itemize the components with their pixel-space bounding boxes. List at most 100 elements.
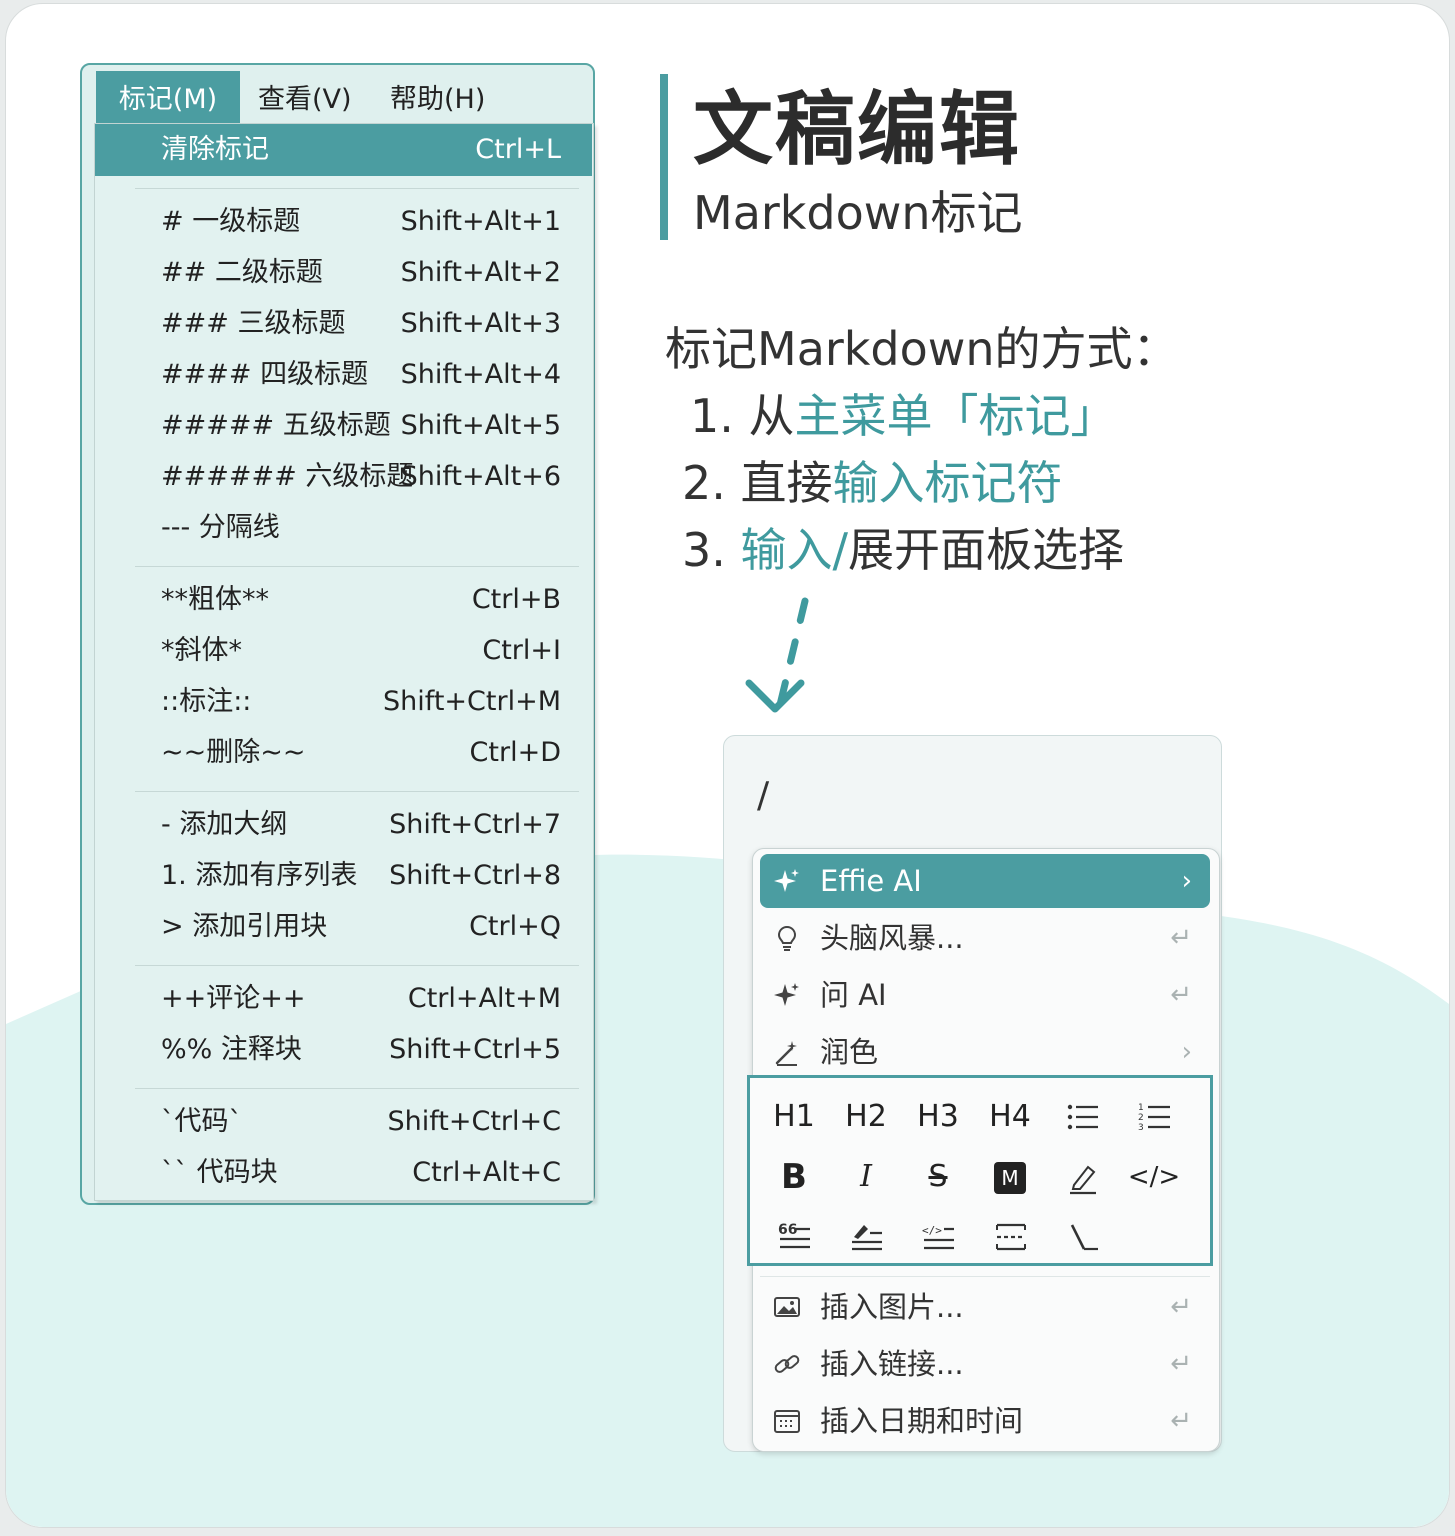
popup-item-label: 问 AI <box>820 978 887 1012</box>
menu-item-bold[interactable]: **粗体** Ctrl+B <box>161 578 561 622</box>
menu-item-shortcut: Ctrl+D <box>469 737 561 768</box>
popup-item-polish[interactable]: 润色 › <box>760 1025 1210 1079</box>
markup-menu-window: 标记(M) 查看(V) 帮助(H) 清除标记 Ctrl+L # 一级标题 Shift… <box>80 63 595 1205</box>
slash-input-char: / <box>757 775 770 816</box>
menubar: 标记(M) 查看(V) 帮助(H) <box>82 65 593 123</box>
chevron-right-icon: › <box>1181 866 1192 896</box>
enter-icon: ↵ <box>1170 1349 1192 1379</box>
intro-text: 标记Markdown的方式： <box>665 322 1179 376</box>
menu-item-mark[interactable]: ::标注:: Shift+Ctrl+M <box>161 680 561 724</box>
popup-item-insert-link[interactable]: 插入链接... ↵ <box>760 1337 1210 1391</box>
menu-item-shortcut: Shift+Alt+6 <box>400 461 561 492</box>
menu-item-outline[interactable]: - 添加大纲 Shift+Ctrl+7 <box>161 803 561 847</box>
menu-separator <box>135 965 579 966</box>
menu-item-divider[interactable]: --- 分隔线 <box>161 506 561 550</box>
menu-item-italic[interactable]: *斜体* Ctrl+I <box>161 629 561 673</box>
bold-icon[interactable]: B <box>764 1152 824 1202</box>
heading-3-icon[interactable]: H3 <box>908 1092 968 1142</box>
divider-icon[interactable] <box>980 1212 1040 1262</box>
menu-item-shortcut: Ctrl+Alt+C <box>412 1157 561 1188</box>
step-1: 1. 从主菜单「标记」 <box>690 385 1117 447</box>
menu-separator <box>135 188 579 189</box>
highlighter-icon[interactable] <box>1052 1152 1112 1202</box>
popup-item-label: Effie AI <box>820 864 922 898</box>
menu-item-label: `` 代码块 <box>161 1157 278 1188</box>
step-text: 直接 <box>740 456 833 510</box>
step-highlight: 输入标记符 <box>832 456 1063 510</box>
menu-item-heading-3[interactable]: ### 三级标题 Shift+Alt+3 <box>161 302 561 346</box>
menu-item-shortcut: Shift+Alt+2 <box>400 257 561 288</box>
menu-item-label: ++评论++ <box>161 983 306 1014</box>
mark-icon-label: M <box>994 1161 1026 1194</box>
image-icon <box>774 1297 800 1317</box>
step-number: 2. <box>682 456 726 510</box>
menu-item-label: *斜体* <box>161 635 242 666</box>
menu-item-shortcut: Shift+Alt+4 <box>400 359 561 390</box>
menu-item-shortcut: Shift+Ctrl+8 <box>389 860 561 891</box>
popup-item-insert-image[interactable]: 插入图片... ↵ <box>760 1280 1210 1334</box>
enter-icon: ↵ <box>1170 1292 1192 1322</box>
menu-item-shortcut: Shift+Alt+3 <box>400 308 561 339</box>
link-icon <box>774 1355 800 1373</box>
popup-item-brainstorm[interactable]: 头脑风暴... ↵ <box>760 911 1210 965</box>
menu-item-strikethrough[interactable]: ~~删除~~ Ctrl+D <box>161 731 561 775</box>
menu-item-shortcut: Shift+Ctrl+M <box>383 686 561 717</box>
heading-1-icon[interactable]: H1 <box>764 1092 824 1142</box>
menu-item-ordered-list[interactable]: 1. 添加有序列表 Shift+Ctrl+8 <box>161 854 561 898</box>
menu-item-label: ::标注:: <box>161 686 252 717</box>
code-block-icon[interactable]: </> <box>908 1212 968 1262</box>
menu-item-shortcut: Ctrl+Q <box>469 911 561 942</box>
numbered-list-icon[interactable]: 123 <box>1124 1092 1184 1142</box>
mark-icon[interactable]: M <box>980 1152 1040 1202</box>
menu-item-annotation-block[interactable]: %% 注释块 Shift+Ctrl+5 <box>161 1028 561 1072</box>
menu-item-code-block[interactable]: `` 代码块 Ctrl+Alt+C <box>161 1151 561 1195</box>
svg-text:2: 2 <box>1138 1113 1144 1123</box>
menubar-item-view[interactable]: 查看(V) <box>258 71 352 123</box>
svg-text:3: 3 <box>1138 1123 1144 1133</box>
dashed-arrow-down-icon <box>745 597 809 713</box>
menubar-item-help[interactable]: 帮助(H) <box>390 71 485 123</box>
menu-item-heading-4[interactable]: #### 四级标题 Shift+Alt+4 <box>161 353 561 397</box>
title-accent-bar <box>660 74 668 240</box>
step-text: 从 <box>748 389 795 443</box>
heading-4-icon[interactable]: H4 <box>980 1092 1040 1142</box>
comment-block-icon[interactable] <box>836 1212 896 1262</box>
menu-item-label: ##### 五级标题 <box>161 410 391 441</box>
popup-item-label: 头脑风暴... <box>820 921 964 955</box>
strikethrough-icon[interactable]: S <box>908 1152 968 1202</box>
menu-item-heading-1[interactable]: # 一级标题 Shift+Alt+1 <box>161 200 561 244</box>
menu-item-label: ###### 六级标题 <box>161 461 414 492</box>
menu-item-shortcut: Shift+Ctrl+7 <box>389 809 561 840</box>
menu-item-heading-6[interactable]: ###### 六级标题 Shift+Alt+6 <box>161 455 561 499</box>
menu-item-heading-5[interactable]: ##### 五级标题 Shift+Alt+5 <box>161 404 561 448</box>
menu-item-shortcut: Ctrl+B <box>471 584 561 615</box>
menu-item-comment[interactable]: ++评论++ Ctrl+Alt+M <box>161 977 561 1021</box>
menu-item-label: **粗体** <box>161 584 269 615</box>
menu-item-heading-2[interactable]: ## 二级标题 Shift+Alt+2 <box>161 251 561 295</box>
menu-item-label: > 添加引用块 <box>161 911 328 942</box>
heading-2-icon[interactable]: H2 <box>836 1092 896 1142</box>
menubar-item-markup[interactable]: 标记(M) <box>96 71 240 123</box>
svg-text:</>: </> <box>922 1224 942 1237</box>
popup-item-label: 插入图片... <box>820 1290 964 1324</box>
step-text: 展开面板选择 <box>848 523 1125 577</box>
inline-code-icon[interactable]: </> <box>1124 1152 1184 1202</box>
popup-item-ask-ai[interactable]: 问 AI ↵ <box>760 968 1210 1022</box>
calendar-icon <box>774 1410 800 1433</box>
menu-item-clear-markup[interactable]: 清除标记 Ctrl+L <box>161 128 561 172</box>
quote-block-icon[interactable]: 66 <box>764 1212 824 1262</box>
latex-icon[interactable] <box>1052 1212 1112 1262</box>
bullet-list-icon[interactable] <box>1052 1092 1112 1142</box>
popup-item-label: 插入日期和时间 <box>820 1404 1024 1438</box>
menu-item-shortcut: Shift+Ctrl+5 <box>389 1034 561 1065</box>
menu-item-inline-code[interactable]: `代码` Shift+Ctrl+C <box>161 1100 561 1144</box>
menu-item-shortcut: Shift+Alt+1 <box>400 206 561 237</box>
step-2: 2. 直接输入标记符 <box>682 452 1063 514</box>
popup-item-effie-ai[interactable]: Effie AI › <box>760 854 1210 908</box>
menu-item-label: `代码` <box>161 1106 242 1137</box>
menu-item-quote-block[interactable]: > 添加引用块 Ctrl+Q <box>161 905 561 949</box>
italic-icon[interactable]: I <box>836 1152 896 1202</box>
popup-item-insert-datetime[interactable]: 插入日期和时间 ↵ <box>760 1394 1210 1448</box>
menu-item-shortcut: Ctrl+Alt+M <box>407 983 561 1014</box>
step-3: 3. 输入/展开面板选择 <box>682 519 1124 581</box>
